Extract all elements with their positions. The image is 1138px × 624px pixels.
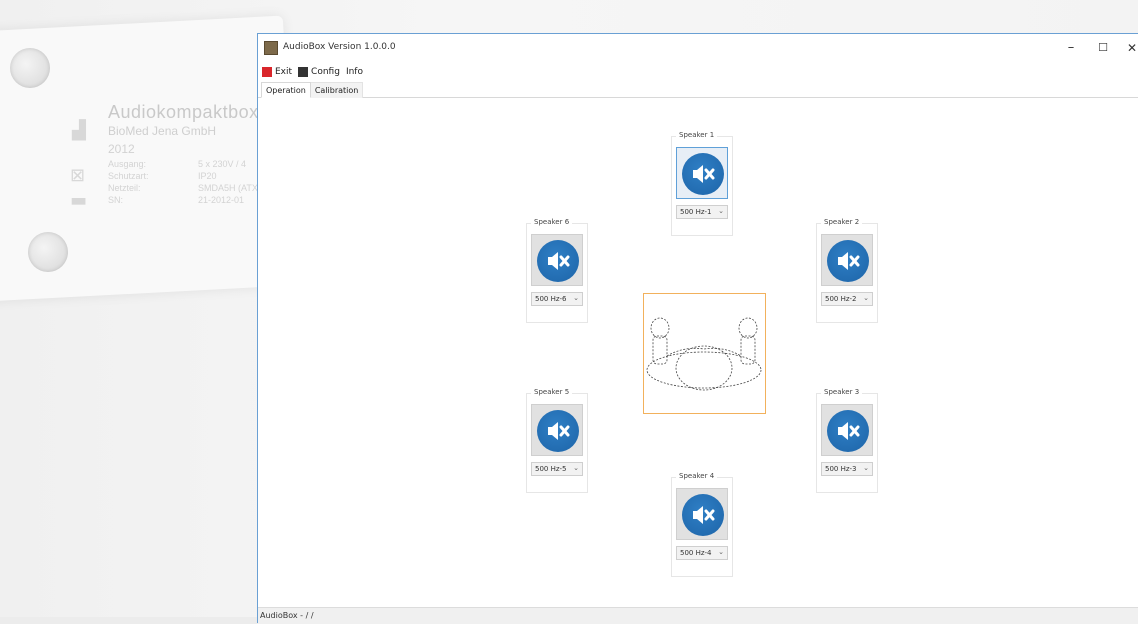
operation-panel: Speaker 1 500 Hz-1 ⌄ Speaker 2 500 Hz-2 …	[258, 99, 1138, 607]
tab-operation[interactable]: Operation	[261, 82, 311, 98]
speaker-mute-icon	[537, 410, 579, 452]
speaker-4-frequency-select[interactable]: 500 Hz-4 ⌄	[676, 546, 728, 560]
menu-config[interactable]: Config	[298, 63, 340, 81]
speaker-label: Speaker 3	[821, 388, 863, 396]
chevron-down-icon: ⌄	[573, 294, 579, 302]
minimize-button[interactable]: –	[1056, 38, 1086, 58]
plate-row: Schutzart: IP20	[108, 170, 258, 182]
window-title: AudioBox Version 1.0.0.0	[283, 42, 396, 52]
plate-row-value: 21-2012-01	[198, 195, 245, 205]
plate-row: Netzteil: SMDA5H (ATX	[108, 182, 258, 194]
chevron-down-icon: ⌄	[863, 294, 869, 302]
plate-row-label: Ausgang:	[108, 159, 147, 169]
speaker-label: Speaker 1	[676, 131, 718, 139]
menu-exit[interactable]: Exit	[262, 63, 292, 81]
plate-row-value: SMDA5H (ATX	[198, 183, 258, 193]
menu-info[interactable]: Info	[346, 63, 363, 81]
frequency-value: 500 Hz-1	[680, 208, 712, 216]
bar-symbol-icon: ▬	[70, 190, 88, 211]
frequency-value: 500 Hz-3	[825, 465, 857, 473]
speaker-group-4: Speaker 4 500 Hz-4 ⌄	[671, 472, 733, 577]
plate-manufacturer: BioMed Jena GmbH	[108, 124, 217, 138]
speaker-6-frequency-select[interactable]: 500 Hz-6 ⌄	[531, 292, 583, 306]
frequency-value: 500 Hz-2	[825, 295, 857, 303]
speaker-1-frequency-select[interactable]: 500 Hz-1 ⌄	[676, 205, 728, 219]
tab-strip: Operation Calibration	[258, 82, 1138, 98]
config-icon	[298, 67, 309, 77]
chevron-down-icon: ⌄	[863, 464, 869, 472]
speaker-label: Speaker 2	[821, 218, 863, 226]
speaker-mute-icon	[827, 410, 869, 452]
speaker-4-mute-button[interactable]	[676, 488, 728, 540]
chevron-down-icon: ⌄	[718, 548, 724, 556]
speaker-1-mute-button[interactable]	[676, 147, 728, 199]
plate-row-label: Schutzart:	[108, 171, 149, 181]
plate-row-value: IP20	[198, 171, 217, 181]
speaker-2-frequency-select[interactable]: 500 Hz-2 ⌄	[821, 292, 873, 306]
status-text: AudioBox - / /	[260, 611, 314, 620]
speaker-5-frequency-select[interactable]: 500 Hz-5 ⌄	[531, 462, 583, 476]
app-window: AudioBox Version 1.0.0.0 – ☐ ✕ Exit Conf…	[257, 33, 1138, 624]
menu-info-label: Info	[345, 67, 363, 77]
screw-icon	[28, 232, 68, 272]
plate-row-value: 5 x 230V / 4	[198, 159, 247, 169]
frequency-value: 500 Hz-5	[535, 465, 567, 473]
plate-year: 2012	[108, 142, 135, 156]
speaker-group-1: Speaker 1 500 Hz-1 ⌄	[671, 131, 733, 236]
status-bar: AudioBox - / /	[258, 607, 1138, 624]
speaker-group-6: Speaker 6 500 Hz-6 ⌄	[526, 218, 588, 323]
plate-row-label: SN:	[108, 195, 124, 205]
speaker-label: Speaker 4	[676, 472, 718, 480]
plate-spec-rows: Ausgang: 5 x 230V / 4 Schutzart: IP20 Netz…	[108, 158, 258, 206]
menu-config-label: Config	[311, 67, 340, 77]
speaker-mute-icon	[537, 240, 579, 282]
menu-bar: Exit Config Info	[258, 63, 1138, 81]
listener-position-panel	[643, 293, 766, 414]
tab-calibration[interactable]: Calibration	[310, 82, 364, 98]
title-bar[interactable]: AudioBox Version 1.0.0.0 – ☐ ✕	[258, 34, 1138, 62]
speaker-6-mute-button[interactable]	[531, 234, 583, 286]
frequency-value: 500 Hz-6	[535, 295, 567, 303]
speaker-3-mute-button[interactable]	[821, 404, 873, 456]
plate-row: SN: 21-2012-01	[108, 194, 258, 206]
plate-row: Ausgang: 5 x 230V / 4	[108, 158, 258, 170]
listener-head-icon	[646, 317, 762, 391]
plug-symbol-icon: ▟	[72, 120, 86, 141]
speaker-mute-icon	[827, 240, 869, 282]
exit-icon	[262, 67, 272, 77]
frequency-value: 500 Hz-4	[680, 549, 712, 557]
speaker-label: Speaker 6	[531, 218, 573, 226]
close-button[interactable]: ✕	[1117, 38, 1138, 58]
menu-exit-label: Exit	[275, 67, 293, 77]
plate-row-label: Netzteil:	[108, 183, 141, 193]
maximize-button[interactable]: ☐	[1088, 38, 1118, 58]
speaker-2-mute-button[interactable]	[821, 234, 873, 286]
plate-title: Audiokompaktbox	[108, 102, 259, 122]
app-icon	[264, 41, 278, 55]
speaker-mute-icon	[682, 153, 724, 195]
speaker-group-3: Speaker 3 500 Hz-3 ⌄	[816, 388, 878, 493]
speaker-mute-icon	[682, 494, 724, 536]
speaker-3-frequency-select[interactable]: 500 Hz-3 ⌄	[821, 462, 873, 476]
speaker-5-mute-button[interactable]	[531, 404, 583, 456]
speaker-label: Speaker 5	[531, 388, 573, 396]
weee-bin-icon: ⊠	[70, 165, 86, 186]
screw-icon	[10, 48, 50, 88]
speaker-group-5: Speaker 5 500 Hz-5 ⌄	[526, 388, 588, 493]
speaker-group-2: Speaker 2 500 Hz-2 ⌄	[816, 218, 878, 323]
chevron-down-icon: ⌄	[718, 207, 724, 215]
chevron-down-icon: ⌄	[573, 464, 579, 472]
